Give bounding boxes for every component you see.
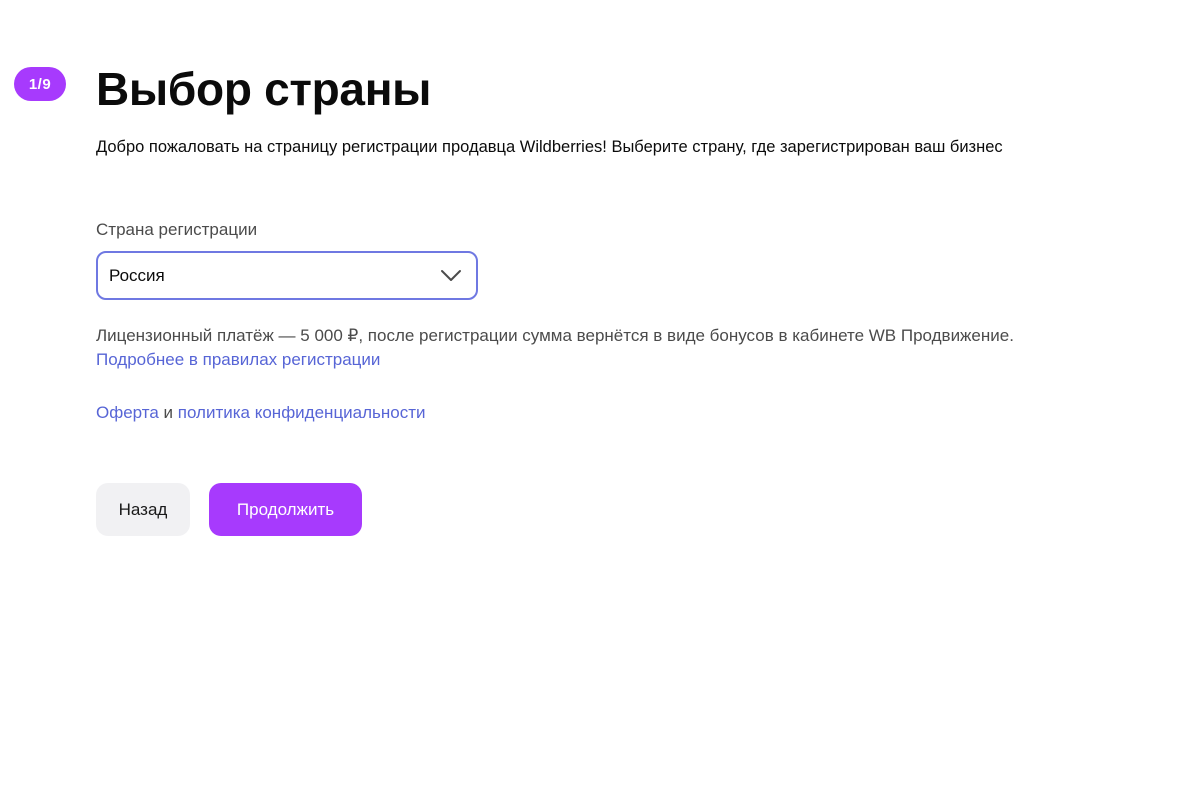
- registration-rules-link[interactable]: Подробнее в правилах регистрации: [96, 350, 380, 370]
- step-badge: 1/9: [14, 67, 66, 101]
- license-fee-text: Лицензионный платёж — 5 000 ₽, после рег…: [96, 326, 1014, 345]
- country-select[interactable]: Россия: [96, 251, 478, 300]
- continue-button[interactable]: Продолжить: [209, 483, 362, 536]
- chevron-down-icon-svg: [441, 269, 461, 281]
- page-title: Выбор страны: [96, 63, 432, 115]
- back-button[interactable]: Назад: [96, 483, 190, 536]
- chevron-down-icon: [440, 269, 462, 283]
- country-select-value: Россия: [109, 265, 165, 285]
- offer-link[interactable]: Оферта: [96, 403, 159, 422]
- country-field-label: Страна регистрации: [96, 220, 258, 239]
- legal-conjunction: и: [158, 403, 178, 422]
- privacy-policy-link[interactable]: политика конфиденциальности: [178, 403, 426, 422]
- page-subtitle: Добро пожаловать на страницу регистрации…: [96, 138, 1003, 156]
- legal-links-row: Оферта и политика конфиденциальности: [96, 403, 426, 423]
